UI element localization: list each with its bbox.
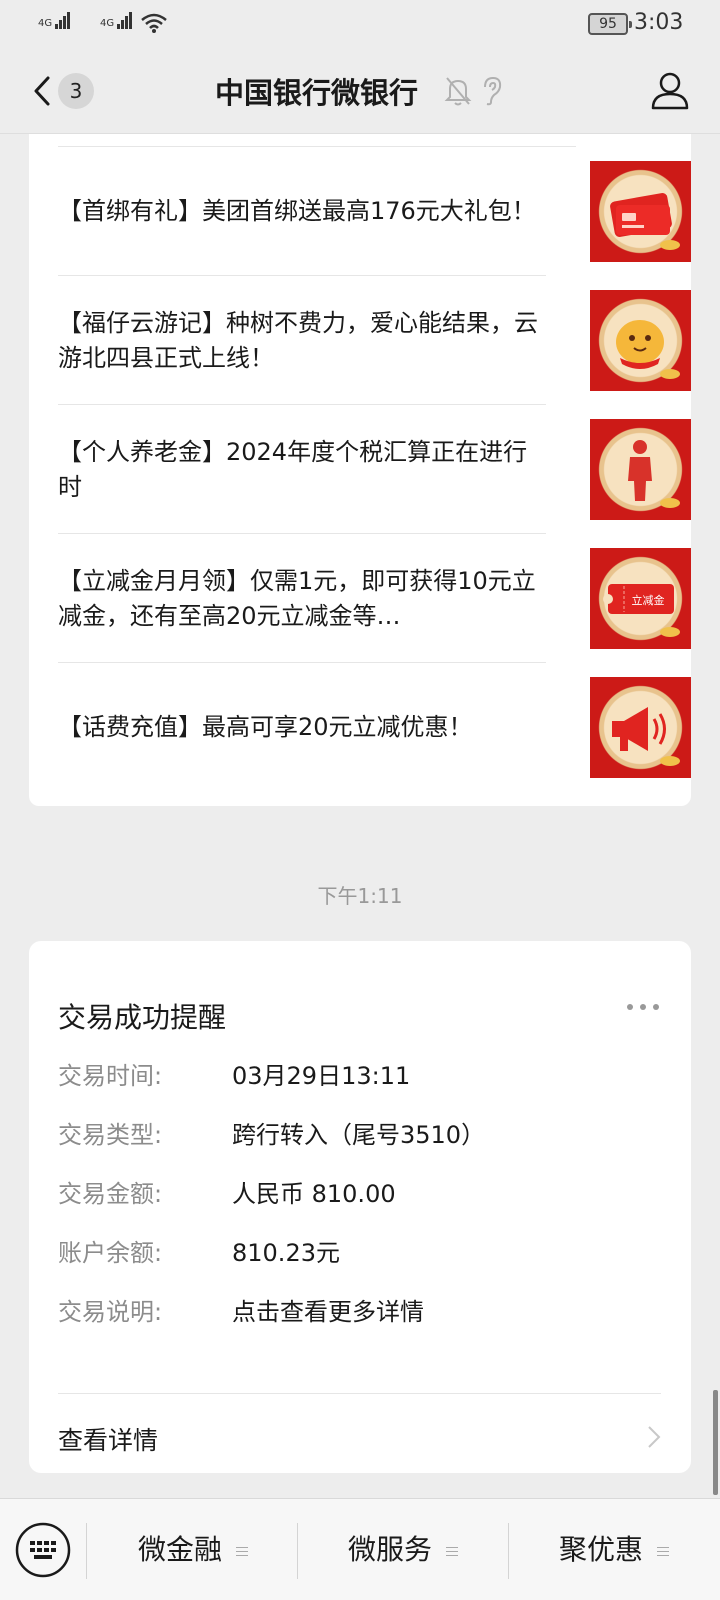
article-item[interactable]: 【个人养老金】2024年度个税汇算正在进行时 (58, 405, 691, 534)
account-balance-row: 账户余额: 810.23元 (58, 1233, 658, 1273)
article-title: 【话费充值】最高可享20元立减优惠！ (58, 713, 473, 741)
unread-count-badge[interactable]: 3 (58, 73, 94, 109)
field-value: 人民币 810.00 (232, 1180, 396, 1208)
back-arrow-icon[interactable] (30, 72, 58, 110)
keyboard-icon[interactable] (14, 1521, 72, 1579)
field-label: 账户余额: (58, 1239, 163, 1267)
transaction-note-row: 交易说明: 点击查看更多详情 (58, 1292, 658, 1332)
message-timestamp: 下午1:11 (317, 884, 403, 908)
sim1-network-label: 4G (38, 18, 53, 29)
chat-title: 中国银行微银行 (215, 76, 419, 110)
transaction-card[interactable]: 交易成功提醒 交易时间: 03月29日13:11 交易类型: 跨行转入（尾号35… (29, 941, 691, 1473)
user-profile-icon[interactable] (650, 70, 690, 110)
field-label: 交易金额: (58, 1180, 163, 1208)
status-time: 3:03 (634, 10, 684, 35)
divider (58, 1393, 661, 1394)
field-value: 点击查看更多详情 (232, 1298, 424, 1326)
transaction-amount-row: 交易金额: 人民币 810.00 (58, 1174, 658, 1214)
menu-item-label: 微金融 (137, 1533, 222, 1566)
submenu-icon (657, 1544, 669, 1559)
menu-item-label: 微服务 (347, 1533, 432, 1566)
field-value: 03月29日13:11 (232, 1062, 411, 1090)
sim2-signal-icon: 4G (100, 12, 133, 29)
coupon-thumb-label: 立减金 (632, 593, 665, 607)
menu-separator (297, 1523, 298, 1579)
field-label: 交易时间: (58, 1062, 163, 1090)
menu-item-finance[interactable]: 微金融 (90, 1499, 296, 1600)
menu-separator (86, 1523, 87, 1579)
article-title: 【立减金月月领】仅需1元，即可获得10元立减金，还有至高20元立减金等… (58, 566, 536, 630)
bottom-menu-bar: 微金融 微服务 聚优惠 (0, 1498, 720, 1600)
article-item[interactable]: 【话费充值】最高可享20元立减优惠！ (58, 663, 691, 792)
mascot-icon (590, 290, 691, 391)
transaction-title: 交易成功提醒 (58, 1001, 227, 1034)
ear-icon (484, 76, 502, 106)
article-item[interactable]: 【福仔云游记】种树不费力，爱心能结果，云游北四县正式上线！ (58, 276, 691, 405)
wifi-icon (141, 13, 167, 33)
battery-indicator: 95 (588, 13, 632, 35)
transaction-type-row: 交易类型: 跨行转入（尾号3510） (58, 1115, 658, 1155)
article-title: 【首绑有礼】美团首绑送最高176元大礼包！ (58, 197, 536, 225)
submenu-icon (446, 1544, 458, 1559)
megaphone-icon (590, 677, 691, 778)
chat-header: 3 中国银行微银行 (0, 50, 720, 134)
field-value: 810.23元 (232, 1239, 340, 1267)
more-options-icon[interactable] (625, 1001, 661, 1013)
article-title: 【福仔云游记】种树不费力，爱心能结果，云游北四县正式上线！ (58, 308, 538, 372)
scrollbar[interactable] (713, 1390, 718, 1495)
menu-item-label: 聚优惠 (558, 1533, 643, 1566)
article-item[interactable]: 【立减金月月领】仅需1元，即可获得10元立减金，还有至高20元立减金等… 立减金 (58, 534, 691, 663)
view-details-link[interactable]: 查看详情 (58, 1409, 661, 1465)
chevron-right-icon (648, 1426, 661, 1448)
transaction-time-row: 交易时间: 03月29日13:11 (58, 1056, 658, 1096)
article-title: 【个人养老金】2024年度个税汇算正在进行时 (58, 437, 528, 501)
coupon-icon: 立减金 (590, 548, 691, 649)
menu-separator (508, 1523, 509, 1579)
view-details-label: 查看详情 (58, 1426, 159, 1455)
sim1-signal-icon: 4G (38, 12, 71, 29)
status-bar: 4G 4G 95 3:03 (0, 0, 720, 50)
menu-item-services[interactable]: 微服务 (300, 1499, 506, 1600)
article-list-card: 【首绑有礼】美团首绑送最高176元大礼包！ 【福仔云游记】种树不费力，爱心能结果… (29, 134, 691, 806)
credit-card-icon (590, 161, 691, 262)
menu-item-offers[interactable]: 聚优惠 (511, 1499, 717, 1600)
article-item[interactable]: 【首绑有礼】美团首绑送最高176元大礼包！ (58, 147, 691, 276)
field-value: 跨行转入（尾号3510） (232, 1121, 486, 1149)
field-label: 交易说明: (58, 1298, 163, 1326)
sim2-network-label: 4G (100, 18, 115, 29)
submenu-icon (236, 1544, 248, 1559)
field-label: 交易类型: (58, 1121, 163, 1149)
mute-bell-icon (444, 77, 472, 106)
person-icon (590, 419, 691, 520)
